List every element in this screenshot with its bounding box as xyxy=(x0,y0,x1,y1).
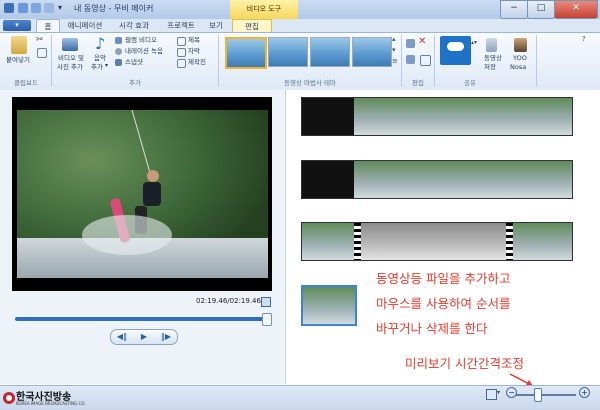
zoom-slider-thumb[interactable] xyxy=(534,388,542,402)
zoom-slider-track[interactable] xyxy=(516,394,576,396)
thumbnail-size-icon[interactable] xyxy=(486,389,497,400)
logo-subtitle: KOREA IMAGE BROADCASTING CO. xyxy=(16,401,86,406)
zoom-in-icon[interactable]: + xyxy=(579,387,590,398)
zoom-out-icon[interactable]: − xyxy=(506,387,517,398)
logo-mark-icon xyxy=(3,392,15,404)
annotation-arrows xyxy=(419,373,534,398)
thumbnail-size-dropdown-icon[interactable]: ▾ xyxy=(497,389,500,396)
